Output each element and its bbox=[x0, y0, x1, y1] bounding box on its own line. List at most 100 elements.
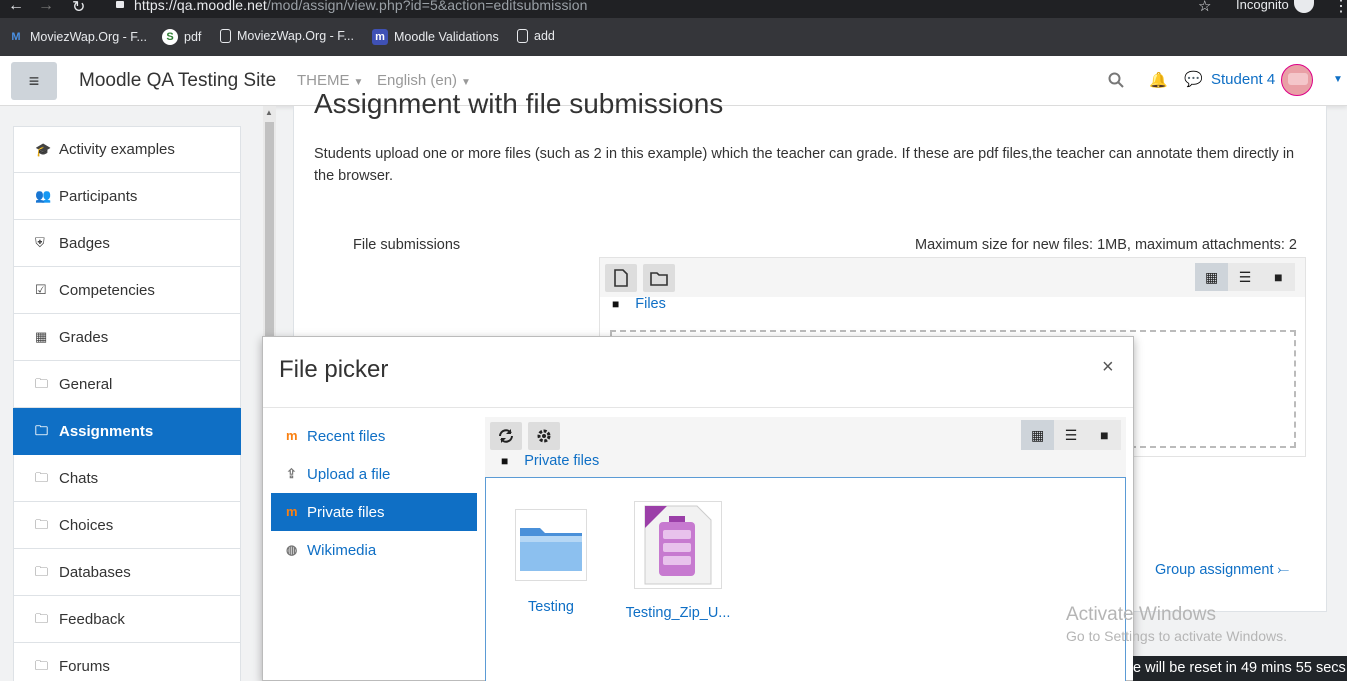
picker-toolbar: ▦ ☰ ■ ■ Private files bbox=[485, 417, 1126, 479]
graduation-cap-icon: 🎓 bbox=[35, 141, 52, 157]
close-icon[interactable]: × bbox=[1102, 356, 1114, 379]
repo-label: Upload a file bbox=[307, 465, 391, 483]
users-icon: 👥 bbox=[35, 188, 52, 203]
chat-icon[interactable]: 💬 bbox=[1184, 70, 1203, 88]
sidebar-item-chats[interactable]: 🗀 Chats bbox=[13, 455, 241, 502]
folder-icon bbox=[520, 528, 582, 571]
list-view-icon[interactable]: ☰ bbox=[1054, 420, 1087, 450]
site-name[interactable]: Moodle QA Testing Site bbox=[79, 70, 276, 92]
check-square-icon: ☑ bbox=[35, 282, 47, 297]
grid-view-icon[interactable]: ▦ bbox=[1195, 263, 1229, 291]
moodle-icon: m bbox=[286, 504, 298, 519]
user-name[interactable]: Student 4 bbox=[1211, 71, 1275, 88]
caret-down-icon: ▼ bbox=[353, 77, 364, 88]
repo-item-recent-files[interactable]: m Recent files bbox=[271, 417, 477, 455]
zip-thumbnail bbox=[634, 501, 722, 589]
add-file-button[interactable] bbox=[605, 264, 637, 292]
reload-icon[interactable]: ↻ bbox=[72, 0, 85, 17]
language-menu[interactable]: English (en) ▼ bbox=[377, 72, 471, 89]
drawer-toggle-button[interactable]: ≡ bbox=[11, 62, 57, 100]
reset-notice: e will be reset in 49 mins 55 secs bbox=[1133, 656, 1347, 681]
private-files-path-link[interactable]: Private files bbox=[524, 453, 599, 469]
repository-list: m Recent files ⇪ Upload a file m Private file… bbox=[271, 417, 477, 569]
scroll-up-icon[interactable]: ▲ bbox=[265, 108, 273, 117]
max-size-text: Maximum size for new files: 1MB, maximum… bbox=[915, 237, 1297, 253]
windows-activation-watermark: Activate Windows Go to Settings to activ… bbox=[1066, 604, 1287, 644]
back-arrow-icon[interactable]: ← bbox=[8, 0, 24, 15]
create-folder-button[interactable] bbox=[643, 264, 675, 292]
bell-icon[interactable]: 🔔 bbox=[1149, 71, 1168, 89]
repo-item-upload-a-file[interactable]: ⇪ Upload a file bbox=[271, 455, 477, 493]
theme-menu[interactable]: THEME ▼ bbox=[297, 72, 363, 89]
search-icon[interactable] bbox=[1108, 72, 1124, 88]
table-icon: ▦ bbox=[35, 329, 48, 344]
sidebar-item-databases[interactable]: 🗀 Databases bbox=[13, 549, 241, 596]
file-name: Testing_Zip_U... bbox=[625, 605, 731, 621]
folder-icon: 🗀 bbox=[35, 517, 49, 532]
view-switcher: ▦ ☰ ■ bbox=[1021, 420, 1121, 450]
forward-arrow-icon[interactable]: → bbox=[38, 0, 54, 15]
gear-icon bbox=[537, 429, 551, 443]
file-item-zip[interactable]: Testing_Zip_U... bbox=[623, 501, 733, 621]
bookmark-item[interactable]: add bbox=[517, 29, 555, 43]
avatar[interactable] bbox=[1281, 64, 1313, 96]
shield-icon: ⛨ bbox=[35, 235, 45, 250]
bookmark-item[interactable]: S pdf bbox=[162, 29, 201, 45]
tree-view-icon[interactable]: ■ bbox=[1262, 263, 1295, 291]
settings-button[interactable] bbox=[528, 422, 560, 450]
grid-view-icon[interactable]: ▦ bbox=[1021, 420, 1055, 450]
folder-icon: ■ bbox=[501, 454, 509, 468]
caret-down-icon: ▼ bbox=[461, 77, 471, 88]
sidebar-item-general[interactable]: 🗀 General bbox=[13, 361, 241, 408]
tree-view-icon[interactable]: ■ bbox=[1088, 420, 1121, 450]
browser-menu-icon[interactable]: ⋮ bbox=[1333, 0, 1347, 16]
repo-label: Recent files bbox=[307, 427, 386, 445]
sidebar-item-label: Participants bbox=[59, 187, 138, 205]
breadcrumb: ■ Files bbox=[612, 296, 666, 312]
bookmark-label: pdf bbox=[184, 30, 202, 44]
sidebar-item-activity-examples[interactable]: 🎓 Activity examples bbox=[13, 126, 241, 173]
sidebar-item-label: Forums bbox=[59, 657, 110, 675]
sidebar-item-label: Databases bbox=[59, 563, 131, 581]
repo-label: Private files bbox=[307, 503, 385, 521]
folder-icon: ■ bbox=[612, 297, 620, 311]
repo-item-private-files[interactable]: m Private files bbox=[271, 493, 477, 531]
file-name: Testing bbox=[528, 599, 574, 615]
sidebar-item-label: Chats bbox=[59, 469, 99, 487]
green-leaf-icon: S bbox=[162, 29, 178, 45]
caret-down-icon[interactable]: ▼ bbox=[1333, 74, 1343, 85]
bookmark-item[interactable]: MoviezWap.Org - F... bbox=[220, 29, 354, 43]
address-bar[interactable]: https://qa.moodle.net/mod/assign/view.ph… bbox=[134, 0, 588, 13]
bookmark-label: MoviezWap.Org - F... bbox=[237, 29, 354, 43]
sidebar-item-grades[interactable]: ▦ Grades bbox=[13, 314, 241, 361]
sidebar-item-assignments[interactable]: 🗀 Assignments bbox=[13, 408, 241, 455]
repo-item-wikimedia[interactable]: ◍ Wikimedia bbox=[271, 531, 477, 569]
breadcrumb: ■ Private files bbox=[501, 453, 599, 469]
sidebar-item-label: Competencies bbox=[59, 281, 155, 299]
sidebar-item-badges[interactable]: ⛨ Badges bbox=[13, 220, 241, 267]
refresh-button[interactable] bbox=[490, 422, 522, 450]
folder-thumbnail bbox=[515, 509, 587, 581]
incognito-icon bbox=[1294, 0, 1314, 13]
sidebar-item-participants[interactable]: 👥 Participants bbox=[13, 173, 241, 220]
list-view-icon[interactable]: ☰ bbox=[1228, 263, 1261, 291]
sidebar-item-choices[interactable]: 🗀 Choices bbox=[13, 502, 241, 549]
sidebar-item-forums[interactable]: 🗀 Forums bbox=[13, 643, 241, 681]
file-submissions-label: File submissions bbox=[353, 237, 461, 253]
drawer-list: 🎓 Activity examples 👥 Participants ⛨ Badges ☑ C… bbox=[13, 126, 241, 681]
scrollbar-thumb[interactable] bbox=[265, 122, 274, 372]
dialog-title: File picker bbox=[279, 356, 389, 383]
file-grid: Testing Testing_Zip_U... bbox=[485, 477, 1126, 681]
bookmark-item[interactable]: m Moodle Validations bbox=[372, 29, 499, 45]
sidebar-item-feedback[interactable]: 🗀 Feedback bbox=[13, 596, 241, 643]
bookmark-star-icon[interactable]: ☆ bbox=[1198, 0, 1211, 15]
folder-icon: 🗀 bbox=[35, 658, 49, 673]
bookmark-item[interactable]: M MoviezWap.Org - F... bbox=[8, 29, 147, 45]
group-assignment-link[interactable]: Group assignment ⤚ bbox=[1155, 562, 1289, 578]
sidebar-item-competencies[interactable]: ☑ Competencies bbox=[13, 267, 241, 314]
activate-subtitle: Go to Settings to activate Windows. bbox=[1066, 628, 1287, 644]
file-manager-toolbar: ▦ ☰ ■ bbox=[600, 258, 1305, 297]
files-path-link[interactable]: Files bbox=[635, 296, 666, 312]
file-item-folder[interactable]: Testing bbox=[496, 509, 606, 615]
folder-icon: 🗀 bbox=[35, 564, 49, 579]
